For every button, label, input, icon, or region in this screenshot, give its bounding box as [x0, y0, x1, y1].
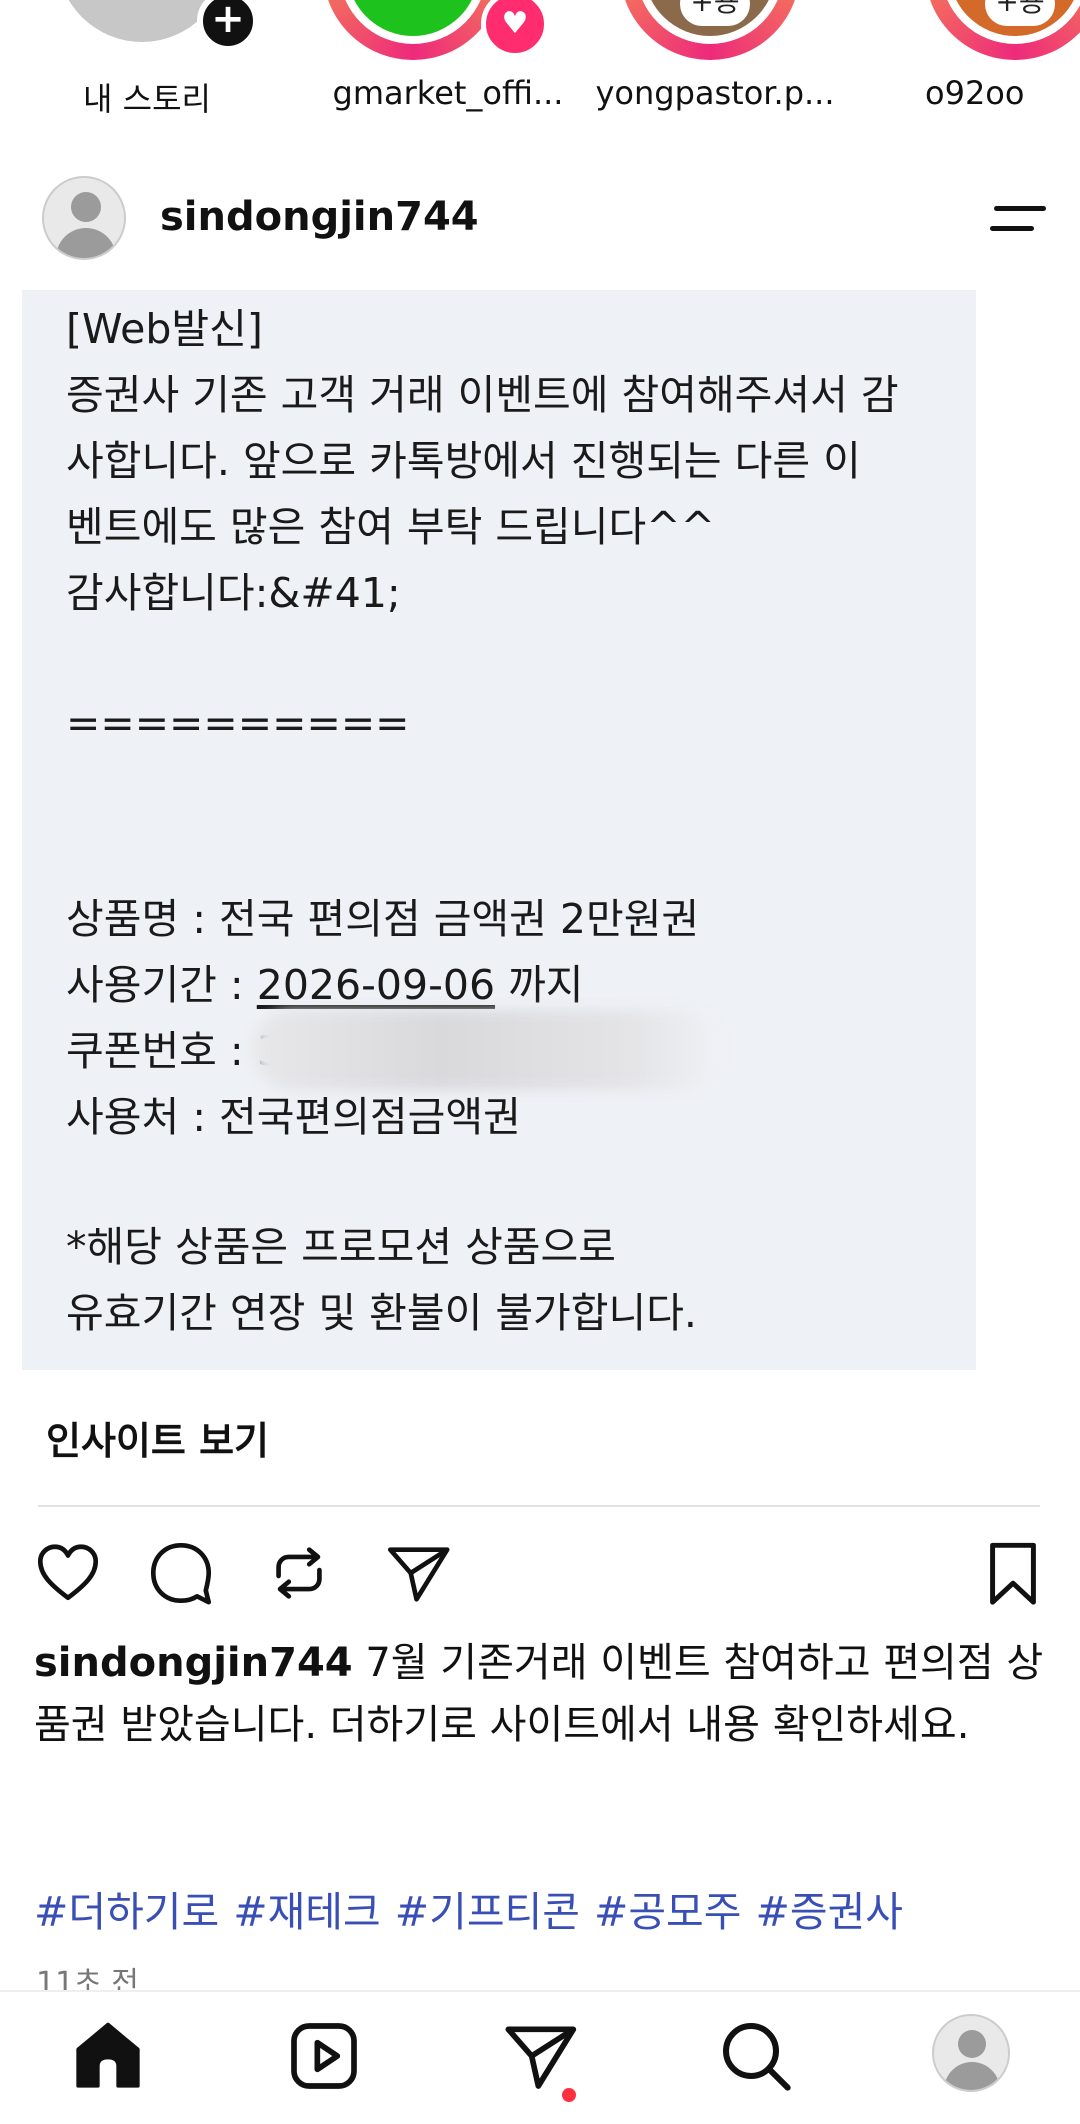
coupon-redaction [252, 1010, 722, 1090]
avatar-body [944, 2062, 1000, 2090]
period-date-link[interactable]: 2026-09-06 [257, 961, 495, 1009]
bottom-nav [0, 1990, 1080, 2124]
story-label: yongpastor.p... [595, 74, 835, 112]
message-separator: ========== [66, 699, 410, 747]
story-label: 내 스토리 [83, 80, 211, 118]
period-suffix: 까지 [495, 961, 584, 1009]
avatar-head [958, 2030, 986, 2058]
divider [38, 1505, 1040, 1507]
hashtag-link[interactable]: #공모주 [594, 1888, 742, 1936]
avatar[interactable] [42, 176, 126, 260]
follow-icon[interactable]: +용 [680, 0, 750, 26]
insights-link[interactable]: 인사이트 보기 [46, 1410, 269, 1465]
profile-icon[interactable] [932, 2014, 1010, 2092]
reels-icon[interactable] [284, 2016, 364, 2096]
follow-icon[interactable]: +용 [985, 0, 1055, 26]
repost-icon[interactable] [264, 1538, 334, 1608]
story-label: o92oo [925, 74, 1025, 112]
avatar-head [71, 192, 101, 222]
bookmark-icon[interactable] [978, 1538, 1048, 1608]
message-note: *해당 상품은 프로모션 상품으로 [66, 1223, 616, 1271]
message-coupon: 쿠폰번호 : 3 [66, 1018, 283, 1084]
stories-row: + 내 스토리 gmarket_offi... +용 yongpastor.p.… [0, 0, 1080, 140]
message-period: 사용기간 : 2026-09-06 까지 [66, 952, 584, 1018]
message-line: [Web발신] [66, 305, 263, 353]
coupon-label: 쿠폰번호 : [66, 1027, 257, 1075]
message-line: 벤트에도 많은 참여 부탁 드립니다^^ [66, 503, 715, 551]
hashtag-link[interactable]: #재테크 [233, 1888, 381, 1936]
post-username[interactable]: sindongjin744 [160, 194, 479, 240]
notification-dot [562, 2088, 576, 2102]
post-header: sindongjin744 [0, 170, 1080, 270]
hashtag-link[interactable]: #증권사 [756, 1888, 904, 1936]
caption-username[interactable]: sindongjin744 [34, 1640, 353, 1686]
story-yongpastor[interactable]: +용 yongpastor.p... [595, 0, 835, 140]
post-caption: sindongjin744 7월 기존거래 이벤트 참여하고 편의점 상품권 받… [34, 1632, 1044, 1756]
heart-badge-icon [481, 0, 549, 58]
hashtags: #더하기로 #재테크 #기프티콘 #공모주 #증권사 [34, 1878, 917, 1938]
home-icon[interactable] [68, 2016, 148, 2096]
post-timestamp: 11초 전 [36, 1966, 139, 1990]
message-usage: 사용처 : 전국편의점금액권 [66, 1093, 521, 1141]
story-gmarket[interactable]: gmarket_offi... [303, 0, 563, 140]
post-image[interactable]: [Web발신] 증권사 기존 고객 거래 이벤트에 참여해주셔서 감 사합니다.… [22, 290, 976, 1370]
menu-icon[interactable] [990, 200, 1048, 240]
period-label: 사용기간 : [66, 961, 257, 1009]
message-note: 유효기간 연장 및 환불이 불가합니다. [66, 1289, 697, 1337]
add-story-icon[interactable]: + [197, 0, 259, 52]
message-product: 상품명 : 전국 편의점 금액권 2만원권 [66, 895, 700, 943]
story-my-story[interactable]: + 내 스토리 [47, 0, 259, 140]
hashtag-link[interactable]: #기프티콘 [395, 1888, 580, 1936]
message-line: 감사합니다:&#41; [66, 569, 401, 617]
message-line: 증권사 기존 고객 거래 이벤트에 참여해주셔서 감 [66, 371, 899, 419]
story-label: gmarket_offi... [332, 74, 564, 112]
story-o92oo[interactable]: +용 o92oo [905, 0, 1080, 140]
comment-icon[interactable] [146, 1538, 216, 1608]
message-line: 사합니다. 앞으로 카톡방에서 진행되는 다른 이 [66, 437, 861, 485]
search-icon[interactable] [716, 2016, 796, 2096]
direct-message-icon[interactable] [500, 2016, 580, 2102]
share-icon[interactable] [383, 1538, 453, 1608]
heart-icon[interactable] [33, 1538, 103, 1608]
hashtag-link[interactable]: #더하기로 [34, 1888, 219, 1936]
avatar-body [56, 228, 116, 258]
